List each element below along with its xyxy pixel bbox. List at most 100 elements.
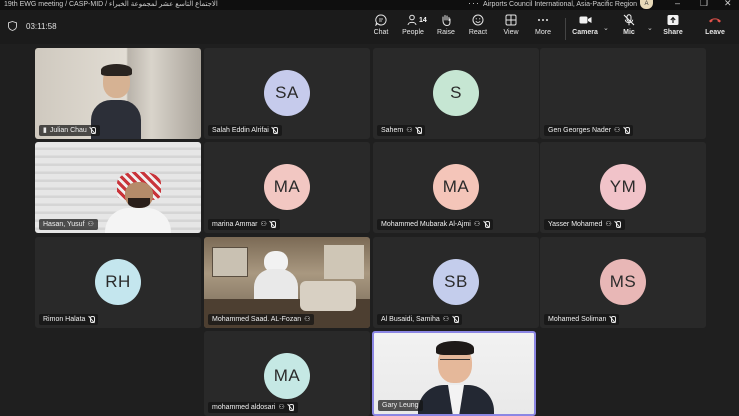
participant-name: Yasser Mohamed [548,221,603,228]
participant-nametag: Mohammed Mubarak Al-Ajmi ⚇ [377,219,494,230]
mic-button[interactable]: Mic [612,14,646,37]
organization-name: Airports Council International, Asia-Pac… [483,1,638,8]
toolbar-divider [565,18,566,40]
participant-nametag: Gen Georges Nader ⚇ [544,125,634,136]
guest-icon: ⚇ [605,221,612,228]
participant-tile-gen-georges-nader[interactable]: Gen Georges Nader ⚇ [540,48,706,139]
meeting-title: 19th EWG meeting / CASP-MID / الاجتماع ا… [4,1,218,8]
hand-icon [442,15,451,26]
camera-icon [579,16,591,24]
mic-muted-icon [272,127,279,134]
react-button[interactable]: React [461,14,495,37]
mic-muted-icon [623,127,630,134]
more-button[interactable]: More [526,14,560,37]
participant-nametag: Sahem ⚇ [377,125,426,136]
mic-muted-icon [270,221,277,228]
guest-icon: ⚇ [406,127,413,134]
participant-nametag: Al Busaidi, Samiha ⚇ [377,314,463,325]
guest-icon: ⚇ [614,127,621,134]
participant-name: Julian Chau [49,127,87,134]
participant-nametag: Gary Leung [378,400,423,411]
avatar: MS [600,259,646,305]
share-label: Share [663,29,683,36]
shield-icon [8,21,17,31]
people-label: People [402,29,424,36]
chat-icon [375,14,387,26]
participant-tile-mohammed-mubarak-al-ajmi[interactable]: MA Mohammed Mubarak Al-Ajmi ⚇ [373,142,539,233]
participant-tile-rimon-halata[interactable]: RH Rimon Halata [35,237,201,328]
mic-muted-icon [483,221,490,228]
more-options-icon[interactable]: ··· [468,0,480,8]
guest-icon: ⚇ [278,404,285,411]
mic-label: Mic [623,29,635,36]
participant-tile-gary-leung[interactable]: Gary Leung [372,331,536,416]
avatar: SB [433,259,479,305]
react-label: React [468,29,488,36]
people-count: 14 [419,17,427,24]
participant-tile-marina-ammar[interactable]: MA marina Ammar ⚇ [204,142,370,233]
phone-hangup-icon [709,18,721,23]
mic-muted-icon [90,127,97,134]
title-bar: 19th EWG meeting / CASP-MID / الاجتماع ا… [0,0,739,10]
share-button[interactable]: Share [656,14,690,37]
participant-name: Rimon Halata [43,316,86,323]
participant-name: Mohammed Mubarak Al-Ajmi [381,221,471,228]
participant-tile-al-busaidi-samiha[interactable]: SB Al Busaidi, Samiha ⚇ [373,237,539,328]
participant-name: Salah Eddin Alrifai [212,127,269,134]
participant-tile-sahem[interactable]: S Sahem ⚇ [373,48,539,139]
smiley-icon [472,14,484,26]
participant-name: Sahem [381,127,404,134]
ellipsis-icon [538,19,548,21]
participant-name: marina Ammar [212,221,258,228]
participant-nametag: marina Ammar ⚇ [208,219,280,230]
participant-nametag: Hasan, Yusuf ⚇ [39,219,98,230]
mic-muted-icon [615,221,622,228]
participant-name: Al Busaidi, Samiha [381,316,440,323]
participant-tile-julian-chau[interactable]: ▮ Julian Chau [35,48,201,139]
raise-hand-button[interactable]: Raise [429,14,463,37]
account-avatar[interactable]: A [640,0,653,9]
view-button[interactable]: View [494,14,528,37]
people-button[interactable]: 14 People [396,14,430,37]
participant-nametag: Mohammed Saad. AL-Fozan ⚇ [208,314,315,325]
guest-icon: ⚇ [87,221,94,228]
avatar: RH [95,259,141,305]
chat-button[interactable]: Chat [364,14,398,37]
camera-options-chevron-icon[interactable]: ⌄ [603,24,609,32]
avatar: YM [600,164,646,210]
mic-muted-icon [623,14,635,26]
participant-tile-mohamed-soliman[interactable]: MS Mohamed Soliman [540,237,706,328]
close-icon[interactable]: ✕ [724,0,732,9]
restore-icon[interactable]: ❐ [700,0,708,9]
leave-label: Leave [705,29,725,36]
participant-tile-mohammed-aldosari[interactable]: MA mohammed aldosari ⚇ [204,331,370,416]
mic-options-chevron-icon[interactable]: ⌄ [647,24,653,32]
raise-label: Raise [437,29,455,36]
leave-button[interactable]: Leave [698,14,732,37]
people-icon [407,14,417,26]
participant-nametag: ▮ Julian Chau [39,125,100,136]
avatar: MA [264,164,310,210]
avatar: MA [433,164,479,210]
avatar: SA [264,70,310,116]
meeting-timer: 03:11:58 [8,21,57,31]
guest-icon: ⚇ [260,221,267,228]
minimize-icon[interactable]: – [675,0,680,8]
view-label: View [503,29,519,36]
chat-label: Chat [373,29,389,36]
participant-video [418,341,494,414]
participant-tile-hasan-yusuf[interactable]: Hasan, Yusuf ⚇ [35,142,201,233]
participant-tile-yasser-mohamed[interactable]: YM Yasser Mohamed ⚇ [540,142,706,233]
guest-icon: ⚇ [473,221,481,228]
participant-name: Mohammed Saad. AL-Fozan [212,316,302,323]
participant-tile-mohammed-saad-al-fozan[interactable]: Mohammed Saad. AL-Fozan ⚇ [204,237,370,328]
participant-nametag: Mohamed Soliman [544,314,620,325]
participant-nametag: Yasser Mohamed ⚇ [544,219,625,230]
avatar: S [433,70,479,116]
grid-icon [505,14,517,26]
participant-tile-salah-eddin-alrifai[interactable]: SA Salah Eddin Alrifai [204,48,370,139]
avatar: MA [264,353,310,399]
camera-label: Camera [572,29,598,36]
camera-button[interactable]: Camera [568,14,602,37]
participant-nametag: Rimon Halata [39,314,99,325]
